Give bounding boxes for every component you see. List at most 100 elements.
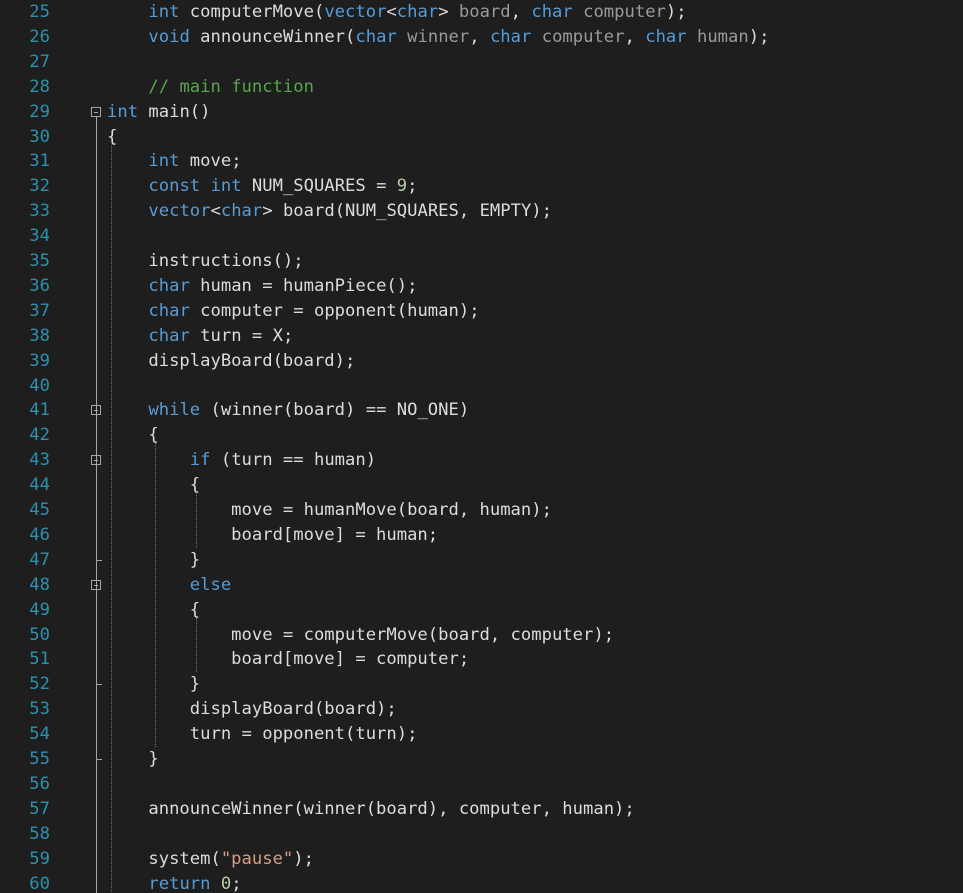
line-number: 41 [29,400,50,421]
code-line[interactable]: 34 [0,224,963,249]
code-line[interactable]: 54 turn = opponent(turn); [0,722,963,747]
code-line[interactable]: 37 char computer = opponent(human); [0,299,963,324]
code-text: int computerMove(vector<char> board, cha… [107,0,686,24]
code-line[interactable]: 51 board[move] = computer; [0,647,963,672]
code-line[interactable]: 47 } [0,548,963,573]
code-text: int main() [107,100,210,124]
line-number: 59 [29,848,50,869]
code-text: if (turn == human) [107,448,376,472]
code-text: } [107,672,200,696]
code-token: system( [107,848,221,869]
code-token: announceWinner( [189,26,356,47]
code-token: 9 [396,176,408,197]
code-line[interactable]: 33 vector<char> board(NUM_SQUARES, EMPTY… [0,199,963,224]
code-line[interactable]: 25 int computerMove(vector<char> board, … [0,0,963,25]
code-token: board[move] = computer; [107,649,470,670]
code-line[interactable]: 44 { [0,473,963,498]
code-line[interactable]: 38 char turn = X; [0,324,963,349]
indent-guide [155,443,156,747]
code-line[interactable]: 39 displayBoard(board); [0,349,963,374]
line-number: 37 [29,300,50,321]
code-token: computer [541,26,625,47]
line-number: 40 [29,375,50,396]
code-token: } [107,749,159,769]
code-line[interactable]: 30 { [0,125,963,150]
code-line[interactable]: 40 [0,374,963,399]
code-line[interactable]: 29 int main() [0,100,963,125]
outline-line [96,684,102,686]
code-token: > board(NUM_SQUARES, EMPTY); [262,201,553,222]
code-line[interactable]: 45 move = humanMove(board, human); [0,498,963,523]
line-number: 58 [29,823,50,844]
line-number: 44 [29,475,50,496]
code-line[interactable]: 27 [0,50,963,75]
line-number: 36 [29,275,50,296]
code-line[interactable]: 28 // main function [0,75,963,100]
code-token: ; [407,176,418,197]
outline-line [96,559,102,561]
code-token: { [107,425,159,446]
code-text: system("pause"); [107,847,314,871]
line-number: 26 [29,26,50,47]
code-token: NUM_SQUARES = [241,176,397,197]
code-line[interactable]: 60 return 0; [0,872,963,893]
line-number: 30 [29,126,50,147]
code-text: { [107,423,159,447]
indent-guide [196,493,197,548]
code-token: human = humanPiece(); [189,275,418,296]
code-text: } [107,747,159,771]
code-token: else [189,574,232,595]
code-line[interactable]: 35 instructions(); [0,249,963,274]
line-number: 38 [29,325,50,346]
code-token: { [107,126,118,147]
code-line[interactable]: 59 system("pause"); [0,847,963,872]
code-line[interactable]: 43 if (turn == human) [0,448,963,473]
code-line[interactable]: 58 [0,822,963,847]
code-token: vector [148,201,211,222]
line-number: 53 [29,699,50,720]
code-line[interactable]: 48 else [0,573,963,598]
code-line[interactable]: 32 const int NUM_SQUARES = 9; [0,174,963,199]
code-token: void [148,26,190,47]
code-line[interactable]: 42 { [0,423,963,448]
code-line[interactable]: 49 { [0,598,963,623]
line-number: 28 [29,76,50,97]
code-token: , [469,26,490,47]
code-line[interactable]: 52 } [0,672,963,697]
code-line[interactable]: 55 } [0,747,963,772]
code-text: displayBoard(board); [107,697,397,721]
collapse-icon[interactable] [91,106,101,117]
code-token: instructions(); [107,251,304,271]
code-token: (winner(board) == NO_ONE) [200,400,470,421]
code-line[interactable]: 36 char human = humanPiece(); [0,274,963,299]
code-line[interactable]: 53 displayBoard(board); [0,697,963,722]
code-token: move = computerMove(board, computer); [107,624,615,645]
code-token: char [148,300,190,321]
code-token: turn = X; [189,325,294,346]
code-line[interactable]: 41 while (winner(board) == NO_ONE) [0,398,963,423]
code-line[interactable]: 56 [0,772,963,797]
code-line[interactable]: 31 int move; [0,149,963,174]
code-token: (turn == human) [210,450,377,471]
code-text: } [107,548,200,572]
code-token: char [148,325,190,346]
code-line[interactable]: 57 announceWinner(winner(board), compute… [0,797,963,822]
code-token: const [148,176,201,197]
code-line[interactable]: 26 void announceWinner(char winner, char… [0,25,963,50]
code-text: board[move] = computer; [107,647,469,671]
code-editor[interactable]: 25 int computerMove(vector<char> board, … [0,0,963,893]
code-line[interactable]: 50 move = computerMove(board, computer); [0,623,963,648]
code-line[interactable]: 46 board[move] = human; [0,523,963,548]
code-token: computerMove( [179,2,325,22]
